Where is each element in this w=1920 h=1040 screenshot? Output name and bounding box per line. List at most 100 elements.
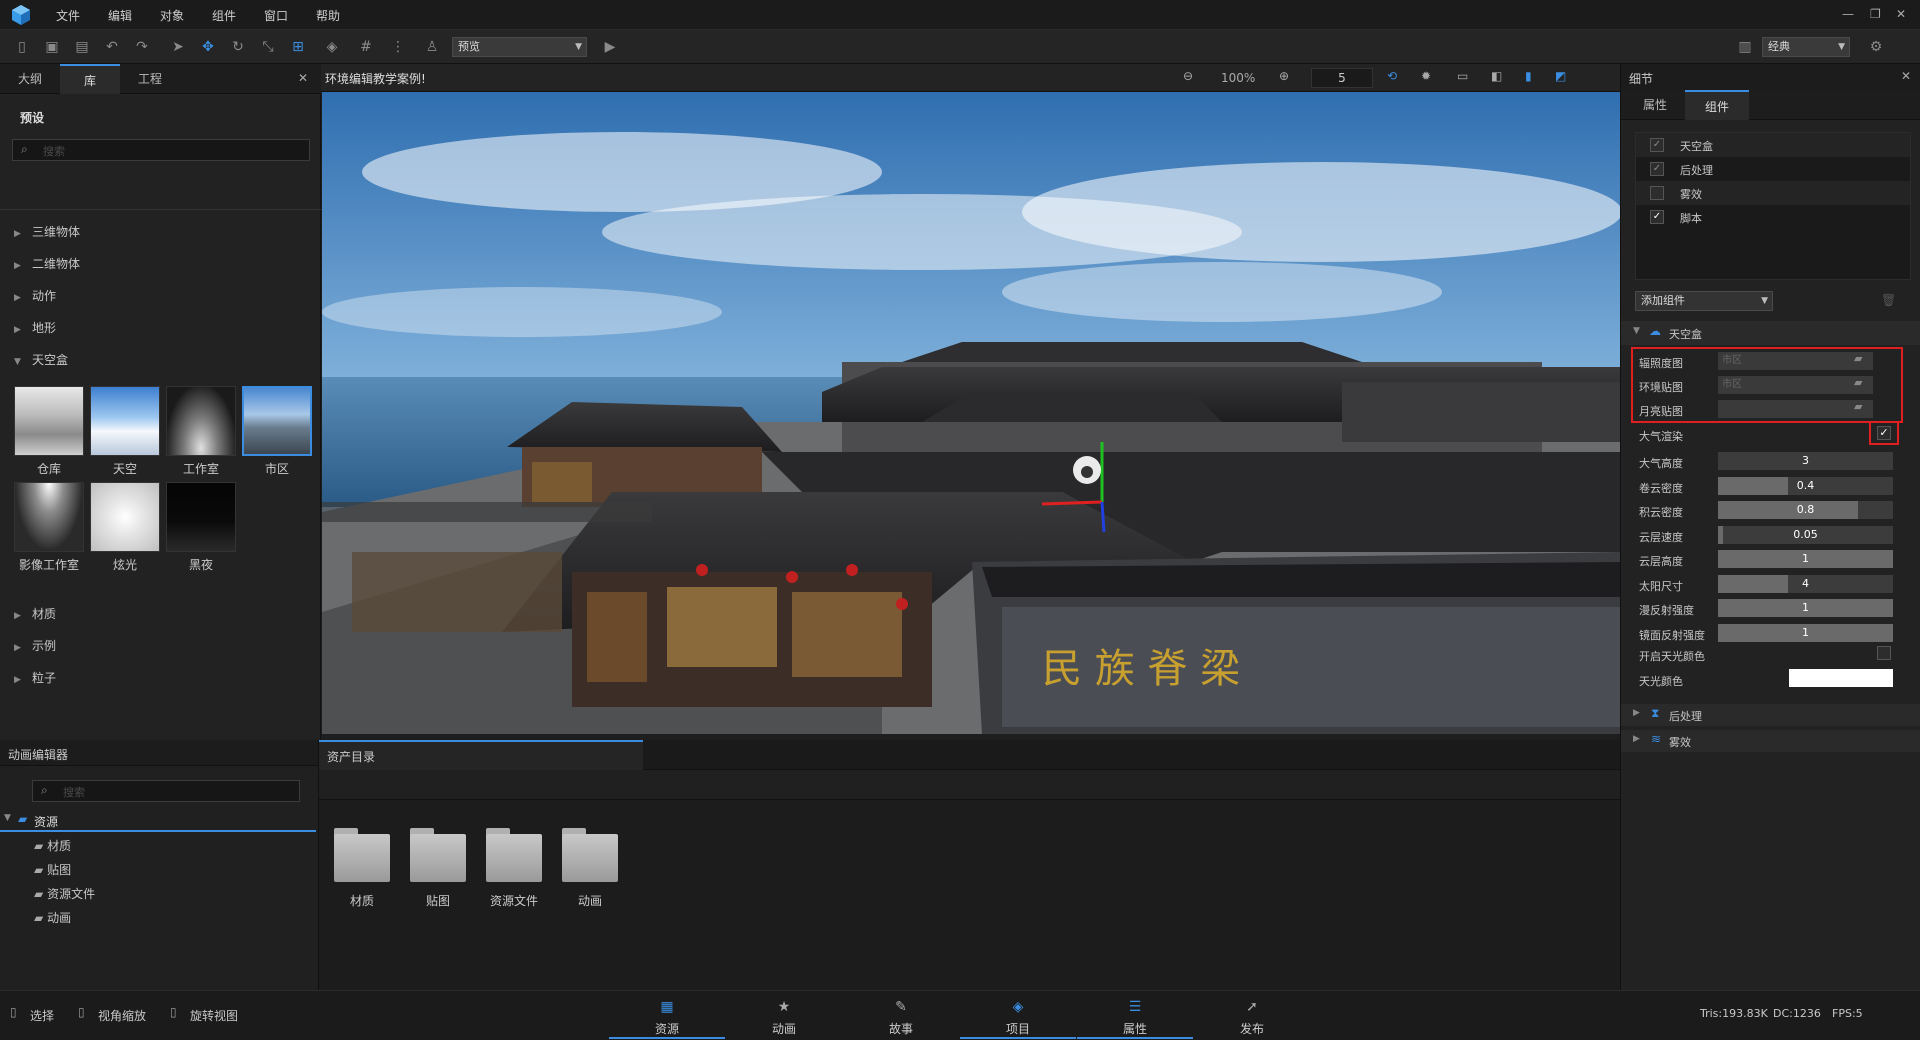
property-slider[interactable]: 1 <box>1718 550 1893 568</box>
save-all-icon[interactable]: ▤ <box>74 39 90 55</box>
property-slider[interactable]: 0.4 <box>1718 476 1893 495</box>
tab-library[interactable]: 库 <box>60 64 120 94</box>
zoom-out-icon[interactable]: ⊖ <box>1183 69 1193 83</box>
menu-component[interactable]: 组件 <box>212 7 236 24</box>
tab-project[interactable]: ◈ 项目 <box>960 991 1076 1039</box>
menu-edit[interactable]: 编辑 <box>108 7 132 24</box>
grid-icon[interactable]: # <box>358 39 374 55</box>
fog-section-header[interactable]: ▶ ≋ 雾效 <box>1621 730 1920 752</box>
category-2d-objects[interactable]: ▶ 二维物体 <box>14 255 80 272</box>
cube-icon[interactable]: ◧ <box>1491 69 1502 83</box>
component-row-fog[interactable]: 雾效 <box>1636 181 1910 205</box>
move-tool-icon[interactable]: ✥ <box>200 39 216 55</box>
skybox-city[interactable]: 市区 <box>242 386 312 476</box>
layout-dropdown[interactable]: 经典 ▼ <box>1762 37 1850 57</box>
close-panel-icon[interactable]: ✕ <box>1901 69 1911 83</box>
light-icon[interactable]: ✹ <box>1421 69 1431 83</box>
tab-publish[interactable]: ➚ 发布 <box>1194 991 1310 1039</box>
atmosphere-checkbox[interactable]: ✓ <box>1877 426 1891 440</box>
skylight-checkbox[interactable] <box>1877 646 1891 660</box>
property-slider[interactable]: 1 <box>1718 599 1893 617</box>
camera-speed-input[interactable]: 5 <box>1311 68 1373 88</box>
category-actions[interactable]: ▶ 动作 <box>14 287 56 304</box>
skybox-glare[interactable]: 炫光 <box>90 482 160 572</box>
skycolor-swatch[interactable] <box>1789 669 1893 687</box>
tab-animation[interactable]: ★ 动画 <box>726 991 842 1039</box>
menu-object[interactable]: 对象 <box>160 7 184 24</box>
checkbox-script[interactable]: ✓ <box>1650 210 1664 224</box>
tab-project[interactable]: 工程 <box>120 64 180 94</box>
folder-textures[interactable]: 贴图 <box>407 828 469 908</box>
add-component-dropdown[interactable]: 添加组件 ▼ <box>1635 291 1773 311</box>
preset-search-input[interactable]: ⌕ 搜索 <box>12 139 310 161</box>
restore-icon[interactable]: ❐ <box>1870 7 1881 21</box>
moon-map-field[interactable] <box>1718 400 1873 418</box>
category-3d-objects[interactable]: ▶ 三维物体 <box>14 223 80 240</box>
skybox-sky[interactable]: 天空 <box>90 386 160 476</box>
perspective-icon[interactable]: ▮ <box>1525 69 1532 83</box>
tab-asset-directory[interactable]: 资产目录 <box>319 740 643 770</box>
skybox-night[interactable]: 黑夜 <box>166 482 236 572</box>
property-slider[interactable]: 0.8 <box>1718 501 1893 519</box>
stats-icon[interactable]: ◩ <box>1555 69 1566 83</box>
tree-item-animations[interactable]: ▰ 动画 <box>34 909 71 926</box>
tree-item-materials[interactable]: ▰ 材质 <box>34 837 71 854</box>
component-row-script[interactable]: ✓ 脚本 <box>1636 205 1910 229</box>
preview-dropdown[interactable]: 预览 ▼ <box>452 37 587 57</box>
skybox-studio[interactable]: 工作室 <box>166 386 236 476</box>
scale-tool-icon[interactable]: ⤡ <box>260 39 276 55</box>
tab-components[interactable]: 组件 <box>1685 90 1749 120</box>
category-examples[interactable]: ▶ 示例 <box>14 637 56 654</box>
zoom-in-icon[interactable]: ⊕ <box>1279 69 1289 83</box>
sync-icon[interactable]: ⟲ <box>1387 69 1397 83</box>
postprocess-section-header[interactable]: ▶ ⧗ 后处理 <box>1621 704 1920 726</box>
tab-outline[interactable]: 大纲 <box>0 64 60 94</box>
settings-icon[interactable]: ⚙ <box>1868 39 1884 55</box>
tree-root-resources[interactable]: ▼ ▰ 资源 <box>0 810 316 832</box>
category-skybox[interactable]: ▼ 天空盒 <box>14 351 68 368</box>
view-mode-icon[interactable]: ◈ <box>324 39 340 55</box>
category-particles[interactable]: ▶ 粒子 <box>14 669 56 686</box>
tab-resources[interactable]: ▦ 资源 <box>609 991 725 1039</box>
folder-resource-files[interactable]: 资源文件 <box>483 828 545 908</box>
rotate-tool-icon[interactable]: ↻ <box>230 39 246 55</box>
close-window-icon[interactable]: ✕ <box>1896 7 1906 21</box>
checkbox-postprocess[interactable]: ✓ <box>1650 162 1664 176</box>
minimize-icon[interactable]: — <box>1842 7 1854 21</box>
category-terrain[interactable]: ▶ 地形 <box>14 319 56 336</box>
component-row-postprocess[interactable]: ✓ 后处理 <box>1636 157 1910 181</box>
folder-open-icon[interactable]: ▰ <box>1854 400 1868 413</box>
dots-grid-icon[interactable]: ⋮ <box>390 39 406 55</box>
snap-tool-icon[interactable]: ⊞ <box>290 39 306 55</box>
checkbox-fog[interactable] <box>1650 186 1664 200</box>
scene-viewport[interactable]: 民 族 脊 梁 <box>322 92 1620 734</box>
folder-open-icon[interactable]: ▰ <box>1854 376 1868 389</box>
new-file-icon[interactable]: ▯ <box>14 39 30 55</box>
tab-attributes[interactable]: ☰ 属性 <box>1077 991 1193 1039</box>
undo-icon[interactable]: ↶ <box>104 39 120 55</box>
checkbox-skybox[interactable]: ✓ <box>1650 138 1664 152</box>
folder-animations[interactable]: 动画 <box>559 828 621 908</box>
tab-story[interactable]: ✎ 故事 <box>843 991 959 1039</box>
select-tool-icon[interactable]: ➤ <box>170 39 186 55</box>
environment-field[interactable]: 市区 <box>1718 376 1873 394</box>
skybox-warehouse[interactable]: 仓库 <box>14 386 84 476</box>
property-slider[interactable]: 3 <box>1718 452 1893 470</box>
menu-help[interactable]: 帮助 <box>316 7 340 24</box>
character-icon[interactable]: ♙ <box>424 39 440 55</box>
property-slider[interactable]: 4 <box>1718 574 1893 593</box>
property-slider[interactable]: 1 <box>1718 623 1893 642</box>
skybox-photo-studio[interactable]: 影像工作室 <box>14 482 84 572</box>
menu-file[interactable]: 文件 <box>56 7 80 24</box>
property-slider[interactable]: 0.05 <box>1718 525 1893 544</box>
tab-properties[interactable]: 属性 <box>1625 90 1685 120</box>
folder-open-icon[interactable]: ▰ <box>1854 352 1868 365</box>
folder-materials[interactable]: 材质 <box>331 828 393 908</box>
layout-icon[interactable]: ▥ <box>1737 39 1753 55</box>
irradiance-field[interactable]: 市区 <box>1718 352 1873 370</box>
redo-icon[interactable]: ↷ <box>134 39 150 55</box>
tree-item-textures[interactable]: ▰ 贴图 <box>34 861 71 878</box>
close-panel-icon[interactable]: ✕ <box>298 71 308 85</box>
play-icon[interactable]: ▶ <box>602 39 618 55</box>
trash-icon[interactable]: 🗑 <box>1881 293 1896 307</box>
